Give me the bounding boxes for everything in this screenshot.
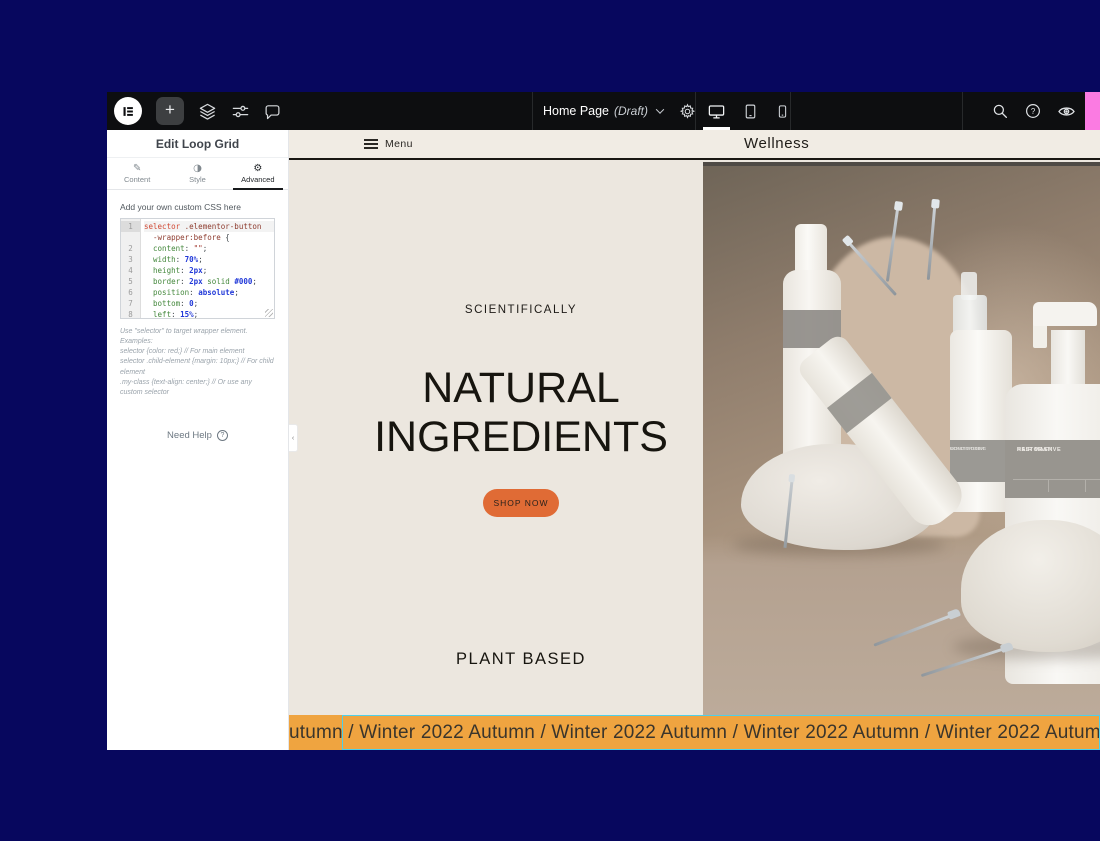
style-contrast-icon: ◑ (193, 163, 202, 174)
panel-tabs: ✎ Content ◑ Style ⚙ Advanced (107, 158, 288, 190)
finder-search-button[interactable] (991, 92, 1009, 130)
tab-content-label: Content (124, 175, 150, 184)
tab-advanced-label: Advanced (241, 175, 274, 184)
hero-text-column: SCIENTIFICALLY NATURAL INGREDIENTS SHOP … (289, 162, 703, 715)
shop-now-button[interactable]: SHOP NOW (483, 489, 559, 517)
site-logo[interactable]: Wellness (744, 130, 809, 158)
gear-icon (679, 103, 696, 120)
css-gutter: 12345678 (121, 219, 141, 318)
preview-changes-button[interactable] (1057, 92, 1076, 130)
photo-top-edge (703, 162, 1100, 166)
toolbar-right-group: ? (991, 92, 1076, 130)
editor-resize-grip[interactable] (265, 309, 273, 317)
elementor-editor-window: + Home Page (Draft) (107, 92, 1100, 750)
hero-title-line1: NATURAL (321, 364, 721, 413)
need-help-label: Need Help (167, 430, 212, 441)
preview-canvas: Menu Wellness SCIENTIFICALLY NATURAL ING… (289, 130, 1100, 750)
structure-layers-icon (198, 102, 217, 121)
mobile-icon (775, 104, 790, 119)
document-title: Home Page (543, 104, 609, 118)
tablet-icon (742, 103, 759, 120)
photo-foam-bottle-collar (953, 295, 987, 333)
search-icon (991, 102, 1009, 120)
photo-pump-bottle-label: RESTORATIVE HAIR MASK (1005, 440, 1100, 498)
elementor-logo-button[interactable] (114, 97, 142, 125)
hero-title-line2: INGREDIENTS (321, 413, 721, 462)
tab-advanced[interactable]: ⚙ Advanced (228, 158, 288, 189)
hero-eyebrow[interactable]: SCIENTIFICALLY (321, 304, 721, 316)
chevron-down-icon (656, 105, 664, 113)
elementor-logo-icon (121, 104, 136, 119)
photo-tall-bottle-cap (795, 224, 827, 274)
css-help-text: Use "selector" to target wrapper element… (120, 327, 275, 398)
document-settings-button[interactable] (679, 103, 696, 120)
widget-settings-panel: Edit Loop Grid ✎ Content ◑ Style ⚙ Advan… (107, 130, 289, 750)
marquee-banner[interactable]: utumn / Winter 2022 Autumn / Winter 2022… (289, 715, 1100, 750)
hero-section: SCIENTIFICALLY NATURAL INGREDIENTS SHOP … (289, 162, 1100, 715)
hero-product-photo[interactable]: MOISTURIZING CONDITIONER RESTORATIVE HAI… (703, 162, 1100, 715)
hero-tagline[interactable]: PLANT BASED (321, 650, 721, 669)
toolbar-divider (962, 92, 963, 130)
editor-toolbar: + Home Page (Draft) (107, 92, 1100, 130)
help-icon: ? (1024, 102, 1042, 120)
comment-bubble-icon (264, 103, 281, 120)
panel-title: Edit Loop Grid (107, 130, 288, 158)
tab-style[interactable]: ◑ Style (167, 158, 227, 189)
pencil-icon: ✎ (133, 163, 141, 174)
panel-collapse-handle[interactable]: ‹ (289, 424, 298, 452)
hamburger-icon (364, 139, 378, 149)
custom-css-editor[interactable]: 12345678 selector .elementor-button -wra… (120, 218, 275, 319)
publish-button[interactable] (1085, 92, 1100, 130)
add-element-button[interactable]: + (156, 97, 184, 125)
sliders-icon (231, 102, 250, 121)
custom-css-section: Add your own custom CSS here 12345678 se… (107, 190, 288, 441)
bottle-label-grid (1013, 479, 1100, 492)
advanced-gear-icon: ⚙ (253, 163, 262, 174)
toolbar-divider (532, 92, 533, 130)
document-switcher[interactable]: Home Page (Draft) (543, 92, 696, 130)
device-desktop-button[interactable] (705, 92, 728, 130)
css-code: selector .elementor-button -wrapper:befo… (141, 219, 274, 318)
device-tablet-button[interactable] (740, 92, 761, 130)
editor-body: Edit Loop Grid ✎ Content ◑ Style ⚙ Advan… (107, 130, 1100, 750)
svg-text:?: ? (1031, 107, 1036, 116)
document-status: (Draft) (614, 104, 648, 118)
site-header: Menu Wellness (289, 130, 1100, 160)
toolbar-divider (790, 92, 791, 130)
structure-button[interactable] (198, 92, 217, 130)
question-circle-icon: ? (217, 430, 228, 441)
eye-icon (1057, 102, 1076, 121)
menu-label: Menu (385, 138, 413, 150)
responsive-mode-group (705, 92, 792, 130)
toolbar-divider (695, 92, 696, 130)
custom-css-label: Add your own custom CSS here (120, 202, 275, 212)
photo-pump-bottle-head (1033, 302, 1097, 326)
photo-pump-bottle-neck (1051, 330, 1085, 388)
help-button[interactable]: ? (1024, 92, 1042, 130)
photo-foam-bottle-label: MOISTURIZING CONDITIONER (950, 440, 1012, 482)
hero-title[interactable]: NATURAL INGREDIENTS (321, 364, 721, 462)
need-help-link[interactable]: Need Help ? (120, 430, 275, 441)
notes-button[interactable] (264, 92, 281, 130)
site-settings-button[interactable] (231, 92, 250, 130)
desktop-icon (707, 102, 726, 121)
tab-style-label: Style (189, 175, 206, 184)
foam-label-line2: CONDITIONER (950, 446, 985, 452)
bottle-label-line2: HAIR MASK (1017, 447, 1053, 454)
tab-content[interactable]: ✎ Content (107, 158, 167, 189)
toolbar-left-group: + (114, 92, 281, 130)
marquee-text: utumn / Winter 2022 Autumn / Winter 2022… (289, 722, 1100, 744)
site-menu-toggle[interactable]: Menu (364, 130, 413, 158)
